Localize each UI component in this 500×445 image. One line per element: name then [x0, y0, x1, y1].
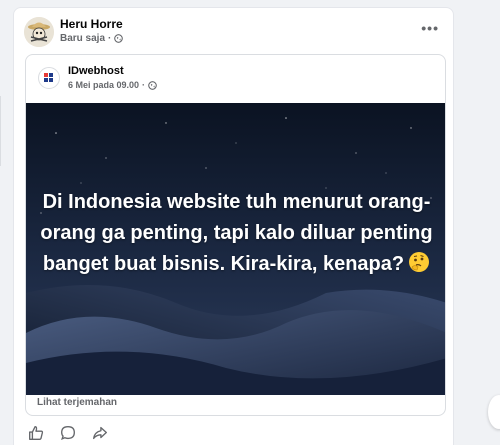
image-caption-text: Di Indonesia website tuh menurut orang-o…	[40, 191, 433, 275]
page-logo[interactable]	[38, 67, 60, 89]
separator: ·	[108, 33, 112, 44]
share-icon[interactable]	[91, 424, 109, 442]
globe-icon	[148, 80, 157, 90]
image-caption: Di Indonesia website tuh menurut orang-o…	[36, 187, 437, 283]
author-avatar[interactable]	[24, 17, 54, 47]
left-edge-panel	[0, 0, 6, 445]
thumbs-up-icon[interactable]	[27, 424, 45, 442]
left-divider	[0, 96, 1, 166]
post-meta: Baru saja ·	[60, 33, 124, 44]
shared-meta: 6 Mei pada 09.00 ·	[68, 80, 157, 90]
floating-button[interactable]	[488, 395, 500, 429]
post-image[interactable]: Di Indonesia website tuh menurut orang-o…	[26, 103, 445, 395]
author-name[interactable]: Heru Horre	[60, 17, 123, 31]
more-options-icon[interactable]: •••	[421, 20, 439, 36]
shared-page-name[interactable]: IDwebhost	[68, 65, 124, 77]
thinking-face-icon	[408, 251, 430, 283]
shared-post[interactable]: IDwebhost 6 Mei pada 09.00 · Di Indonesi…	[25, 54, 446, 416]
see-translation-link[interactable]: Lihat terjemahan	[37, 397, 117, 408]
post-timestamp[interactable]: Baru saja	[60, 33, 105, 44]
globe-icon	[114, 34, 124, 43]
separator: ·	[142, 80, 146, 90]
shared-timestamp[interactable]: 6 Mei pada 09.00	[68, 80, 139, 90]
post-card: Heru Horre Baru saja · ••• IDwebhost 6 M…	[13, 7, 454, 445]
comment-icon[interactable]	[59, 424, 77, 442]
post-actions	[27, 424, 109, 442]
